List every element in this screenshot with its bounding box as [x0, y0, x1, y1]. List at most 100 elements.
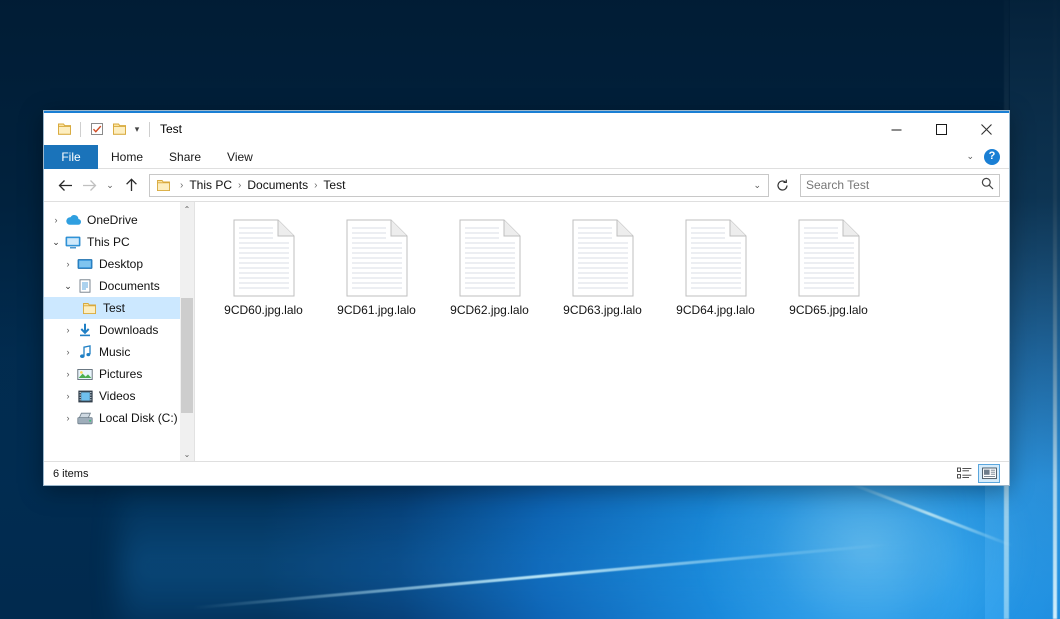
- window-title: Test: [160, 122, 182, 136]
- tab-share[interactable]: Share: [156, 145, 214, 169]
- sidebar-item-desktop[interactable]: › Desktop: [44, 253, 194, 275]
- chevron-right-icon[interactable]: ›: [60, 369, 76, 379]
- chevron-down-icon[interactable]: ⌄: [962, 151, 978, 162]
- pictures-icon: [76, 366, 94, 382]
- file-item[interactable]: 9CD62.jpg.lalo: [433, 216, 546, 332]
- up-button[interactable]: [119, 173, 143, 197]
- file-name: 9CD64.jpg.lalo: [676, 303, 755, 317]
- chevron-right-icon[interactable]: ›: [48, 215, 64, 225]
- sidebar-item-label: This PC: [87, 235, 130, 249]
- sidebar-item-documents[interactable]: ⌄ Documents: [44, 275, 194, 297]
- breadcrumb-documents[interactable]: Documents: [244, 175, 311, 196]
- generic-document-icon: [685, 219, 747, 297]
- file-name: 9CD65.jpg.lalo: [789, 303, 868, 317]
- view-mode-buttons[interactable]: [953, 464, 1000, 483]
- file-item[interactable]: 9CD63.jpg.lalo: [546, 216, 659, 332]
- desktop[interactable]: ▾ Test File Home Share View: [0, 0, 1060, 619]
- breadcrumb-this-pc[interactable]: This PC: [186, 175, 235, 196]
- folder-icon: [80, 300, 98, 316]
- chevron-right-icon[interactable]: ›: [60, 391, 76, 401]
- quick-access-toolbar[interactable]: ▾: [53, 118, 155, 140]
- file-name: 9CD62.jpg.lalo: [450, 303, 529, 317]
- address-path-field[interactable]: › This PC › Documents › Test ⌄: [149, 174, 769, 197]
- chevron-right-icon[interactable]: ›: [60, 325, 76, 335]
- sidebar-item-music[interactable]: › Music: [44, 341, 194, 363]
- properties-icon[interactable]: [86, 118, 108, 140]
- folder-icon: [154, 177, 172, 193]
- sidebar-item-label: Local Disk (C:): [99, 411, 178, 425]
- sidebar-item-pictures[interactable]: › Pictures: [44, 363, 194, 385]
- drive-icon: [76, 410, 94, 426]
- sidebar-item-label: Test: [103, 301, 125, 315]
- generic-document-icon: [346, 219, 408, 297]
- chevron-down-icon[interactable]: ⌄: [48, 237, 64, 248]
- search-icon[interactable]: [981, 177, 994, 193]
- maximize-button[interactable]: [919, 113, 964, 145]
- desktop-icon: [76, 256, 94, 272]
- breadcrumb-test[interactable]: Test: [320, 175, 348, 196]
- sidebar-item-test[interactable]: Test: [44, 297, 194, 319]
- chevron-right-icon[interactable]: ›: [60, 259, 76, 269]
- breadcrumb-separator: ›: [177, 180, 186, 191]
- documents-icon: [76, 278, 94, 294]
- back-button[interactable]: [53, 173, 77, 197]
- file-item[interactable]: 9CD60.jpg.lalo: [207, 216, 320, 332]
- chevron-down-icon[interactable]: ▾: [130, 119, 144, 139]
- folder-icon[interactable]: [53, 118, 75, 140]
- breadcrumb-separator: ›: [311, 180, 320, 191]
- sidebar-item-local-disk-c[interactable]: › Local Disk (C:): [44, 407, 194, 429]
- details-view-button[interactable]: [953, 464, 975, 483]
- help-icon[interactable]: ?: [984, 149, 1000, 165]
- new-folder-icon[interactable]: [108, 118, 130, 140]
- qat-separator-1: [80, 122, 81, 137]
- navigation-pane[interactable]: › OneDrive ⌄: [44, 202, 194, 461]
- address-bar[interactable]: ⌄ › This PC › Documents › Test ⌄: [44, 169, 1009, 201]
- search-box[interactable]: [800, 174, 1000, 197]
- scroll-up-arrow-icon[interactable]: ⌃: [180, 202, 194, 216]
- large-icons-view-button[interactable]: [978, 464, 1000, 483]
- sidebar-item-onedrive[interactable]: › OneDrive: [44, 209, 194, 231]
- file-name: 9CD61.jpg.lalo: [337, 303, 416, 317]
- downloads-icon: [76, 322, 94, 338]
- sidebar-item-downloads[interactable]: › Downloads: [44, 319, 194, 341]
- ribbon-tabs[interactable]: File Home Share View ⌄ ?: [44, 145, 1009, 169]
- navigation-scrollbar[interactable]: ⌃ ⌄: [180, 202, 194, 461]
- scroll-down-arrow-icon[interactable]: ⌄: [180, 447, 194, 461]
- videos-icon: [76, 388, 94, 404]
- onedrive-icon: [64, 212, 82, 228]
- chevron-down-icon[interactable]: ⌄: [746, 180, 768, 191]
- chevron-down-icon[interactable]: ⌄: [60, 281, 76, 292]
- qat-separator-2: [149, 122, 150, 137]
- sidebar-item-label: Pictures: [99, 367, 142, 381]
- chevron-right-icon[interactable]: ›: [60, 347, 76, 357]
- forward-button[interactable]: [77, 173, 101, 197]
- file-item[interactable]: 9CD64.jpg.lalo: [659, 216, 772, 332]
- window-controls[interactable]: [874, 113, 1009, 145]
- refresh-button[interactable]: [770, 174, 794, 197]
- title-bar[interactable]: ▾ Test: [44, 113, 1009, 145]
- file-item[interactable]: 9CD61.jpg.lalo: [320, 216, 433, 332]
- tab-view[interactable]: View: [214, 145, 266, 169]
- ribbon-right-controls[interactable]: ⌄ ?: [962, 145, 1009, 168]
- scrollbar-track[interactable]: [180, 216, 194, 447]
- sidebar-item-label: OneDrive: [87, 213, 138, 227]
- file-list-view[interactable]: 9CD60.jpg.lalo 9CD61.jpg.lalo: [194, 202, 1009, 461]
- sidebar-item-label: Documents: [99, 279, 160, 293]
- file-item[interactable]: 9CD65.jpg.lalo: [772, 216, 885, 332]
- minimize-button[interactable]: [874, 113, 919, 145]
- generic-document-icon: [459, 219, 521, 297]
- tab-file[interactable]: File: [44, 145, 98, 169]
- sidebar-item-this-pc[interactable]: ⌄ This PC: [44, 231, 194, 253]
- generic-document-icon: [233, 219, 295, 297]
- sidebar-item-label: Downloads: [99, 323, 158, 337]
- tab-home[interactable]: Home: [98, 145, 156, 169]
- file-explorer-window[interactable]: ▾ Test File Home Share View: [43, 110, 1010, 486]
- search-input[interactable]: [806, 178, 981, 192]
- chevron-right-icon[interactable]: ›: [60, 413, 76, 423]
- recent-locations-button[interactable]: ⌄: [101, 173, 119, 197]
- scrollbar-thumb[interactable]: [181, 298, 193, 413]
- generic-document-icon: [798, 219, 860, 297]
- close-button[interactable]: [964, 113, 1009, 145]
- sidebar-item-label: Desktop: [99, 257, 143, 271]
- sidebar-item-videos[interactable]: › Videos: [44, 385, 194, 407]
